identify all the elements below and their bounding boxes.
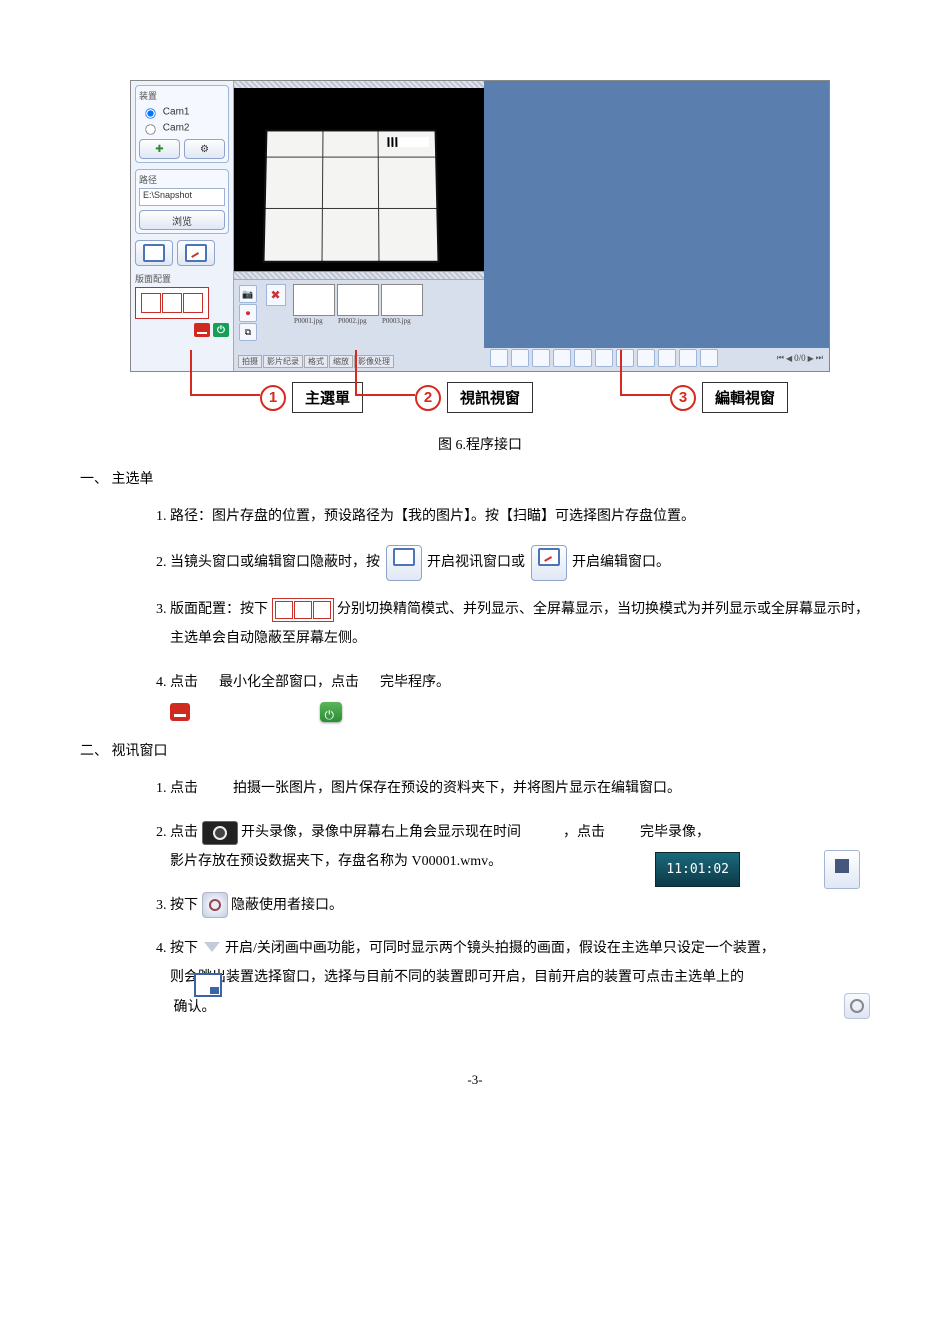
tool-icon[interactable] — [511, 349, 529, 367]
cam1-radio[interactable]: Cam1 — [139, 104, 225, 120]
stop-record-button[interactable] — [824, 850, 860, 889]
pip-toggle-icon[interactable] — [202, 942, 222, 956]
path-label: 路径 — [139, 173, 225, 186]
list-item: 路径：图片存盘的位置，预设路径为【我的图片】。按【扫瞄】可选择图片存盘位置。 — [170, 502, 870, 531]
main-menu-panel: 装置 Cam1 Cam2 ✚ ⚙ 路径 E:\Snapshot 浏览 版面配置 — [131, 81, 234, 371]
layout-switch-buttons[interactable] — [135, 287, 209, 319]
settings-gear-icon[interactable] — [844, 993, 870, 1019]
nav-prev-icon[interactable]: ◀ — [786, 354, 792, 363]
layout-switch-icon[interactable] — [272, 598, 334, 622]
list-item: 点击 拍摄一张图片，图片保存在预设的资料夹下，并将图片显示在编辑窗口。 — [170, 774, 870, 803]
thumbnail[interactable]: P0002.jpg — [337, 284, 379, 316]
page-number: -3- — [80, 1072, 870, 1088]
drag-handle-bottom[interactable] — [234, 272, 484, 279]
tool-icon[interactable] — [658, 349, 676, 367]
list-item: 点击 开头录像，录像中屏幕右上角会显示现在时间 ，点击 完毕录像， 影片存放在预… — [170, 818, 870, 877]
minimize-all-button[interactable] — [194, 323, 210, 337]
tool-icon[interactable] — [595, 349, 613, 367]
devices-label: 装置 — [139, 89, 225, 102]
callout-bubble-3: 3 — [670, 385, 696, 411]
video-window: 📷 ⏺ ⧉ ✖ P0001.jpg P0002.jpg P0003.jpg 拍摄… — [234, 81, 484, 371]
time-badge: 11:01:02 — [655, 852, 740, 887]
path-field[interactable]: E:\Snapshot — [139, 188, 225, 206]
callout-1: 1 主選單 — [260, 382, 363, 413]
thumbnail-toolbar: 📷 ⏺ ⧉ ✖ P0001.jpg P0002.jpg P0003.jpg 拍摄… — [234, 279, 484, 371]
tool-icon[interactable] — [553, 349, 571, 367]
video-preview — [234, 88, 484, 271]
delete-icon[interactable] — [700, 349, 718, 367]
add-device-button[interactable]: ✚ — [139, 139, 180, 159]
thumbnail[interactable]: P0001.jpg — [293, 284, 335, 316]
list-item: 版面配置：按下 分别切换精简模式、并列显示、全屏幕显示，当切换模式为并列显示或全… — [170, 595, 870, 654]
list-item: 点击 最小化全部窗口，点击 完毕程序。 — [170, 668, 870, 727]
list-item: 按下 开启/关闭画中画功能，可同时显示两个镜头拍摄的画面，假设在主选单只设定一个… — [170, 934, 870, 1022]
editor-toolbar: ⏮ ◀ 0/0 ▶ ⏭ — [490, 349, 823, 367]
open-video-window-icon[interactable] — [386, 545, 422, 580]
app-screenshot: 装置 Cam1 Cam2 ✚ ⚙ 路径 E:\Snapshot 浏览 版面配置 — [130, 80, 830, 372]
drag-handle-top[interactable] — [234, 81, 484, 88]
device-settings-button[interactable]: ⚙ — [184, 139, 225, 159]
open-video-window-button[interactable] — [135, 240, 173, 266]
nav-next-icon[interactable]: ▶ — [808, 354, 814, 363]
callout-2: 2 視訊視窗 — [415, 382, 533, 413]
layout-label: 版面配置 — [135, 272, 229, 285]
tool-icon[interactable] — [616, 349, 634, 367]
editor-window: ⏮ ◀ 0/0 ▶ ⏭ — [484, 81, 829, 371]
callout-bubble-1: 1 — [260, 385, 286, 411]
thumbnail[interactable]: P0003.jpg — [381, 284, 423, 316]
section-2-heading: 二、 视讯窗口 — [80, 740, 870, 760]
browse-button[interactable]: 浏览 — [139, 210, 225, 230]
callout-3: 3 編輯視窗 — [670, 382, 788, 413]
save-icon[interactable] — [679, 349, 697, 367]
pip-button[interactable]: ⧉ — [239, 323, 257, 341]
delete-button[interactable]: ✖ — [266, 284, 286, 306]
record-video-button[interactable]: ⏺ — [239, 304, 257, 322]
bottom-tabs[interactable]: 拍摄影片纪录格式缩放影像处理 — [238, 356, 480, 367]
open-editor-window-icon[interactable] — [531, 545, 567, 580]
list-item: 当镜头窗口或编辑窗口隐蔽时，按 开启视讯窗口或 开启编辑窗口。 — [170, 545, 870, 580]
preview-document — [262, 130, 439, 263]
tool-icon[interactable] — [532, 349, 550, 367]
page-indicator: 0/0 — [794, 353, 806, 363]
hide-ui-button[interactable] — [202, 892, 228, 918]
open-editor-window-button[interactable] — [177, 240, 215, 266]
tool-icon[interactable] — [490, 349, 508, 367]
section-1-heading: 一、 主选单 — [80, 468, 870, 488]
figure-caption: 图 6.程序接口 — [130, 434, 830, 454]
exit-button[interactable]: ⏻ — [213, 323, 229, 337]
capture-photo-button[interactable]: 📷 — [239, 285, 257, 303]
exit-icon[interactable] — [320, 702, 342, 722]
tool-icon[interactable] — [637, 349, 655, 367]
tool-icon[interactable] — [574, 349, 592, 367]
camera-icon[interactable] — [202, 821, 238, 845]
minimize-icon[interactable] — [170, 703, 190, 721]
nav-last-icon[interactable]: ⏭ — [816, 353, 823, 363]
list-item: 按下 隐蔽使用者接口。 — [170, 891, 870, 920]
callout-bubble-2: 2 — [415, 385, 441, 411]
nav-first-icon[interactable]: ⏮ — [777, 353, 784, 363]
cam2-radio[interactable]: Cam2 — [139, 120, 225, 136]
pip-window-icon[interactable] — [194, 973, 222, 997]
